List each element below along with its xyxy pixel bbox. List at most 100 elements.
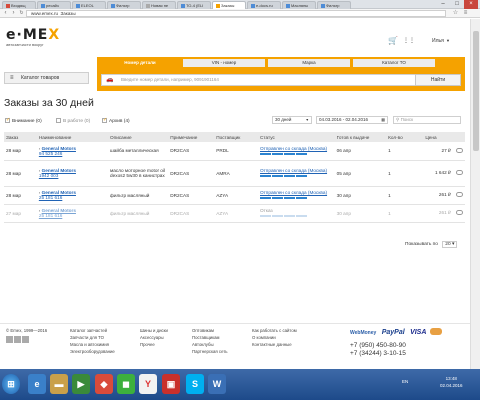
folder-icon[interactable]: ▬ <box>50 374 68 394</box>
back-icon[interactable]: ‹ <box>2 10 9 17</box>
browser-tab[interactable]: Фильтр <box>317 1 351 9</box>
ie-icon[interactable]: e <box>28 374 46 394</box>
taskbar: ⊞ e ▬ ▶ ◆ ◼ Y ▣ S W EN 13:48 02.04.2016 <box>0 369 480 400</box>
media-icon[interactable]: ▶ <box>72 374 90 394</box>
browser-tab[interactable]: Входящ <box>2 1 36 9</box>
filter-in-work[interactable]: В работе (0) <box>56 118 90 124</box>
catalog-button[interactable]: ≡ Каталог товаров <box>4 72 89 84</box>
footer-link[interactable]: Автоклубы <box>192 341 228 348</box>
footer-link[interactable]: Прочее <box>140 341 168 348</box>
reload-icon[interactable]: ↻ <box>18 10 25 17</box>
footer-link[interactable]: Масла и автохимия <box>70 341 115 348</box>
comment-icon[interactable] <box>455 170 463 175</box>
star-icon[interactable]: ☆ <box>452 10 459 17</box>
checkbox[interactable] <box>102 117 107 123</box>
app-icon[interactable]: ◆ <box>95 374 113 394</box>
page-icon <box>251 3 255 8</box>
app-icon[interactable]: ◼ <box>117 374 135 394</box>
start-button[interactable]: ⊞ <box>2 374 20 394</box>
footer-link[interactable]: Запчасти для ТО <box>70 334 115 341</box>
clock[interactable]: 13:48 02.04.2016 <box>440 375 463 389</box>
date-range-input[interactable]: 04.03.2016 - 02.04.2016 ▦ <box>316 116 388 124</box>
item-note: DR2CAS <box>168 204 215 223</box>
url-input[interactable]: www.emex.ru Заказы <box>26 10 446 17</box>
item-supplier: AZYA <box>214 186 259 205</box>
filter-attention[interactable]: Внимание (0) <box>5 117 42 124</box>
item-note: DR2CAS <box>168 142 215 161</box>
browser-tab-active[interactable]: Заказы <box>212 1 246 9</box>
checkbox[interactable] <box>5 117 10 123</box>
menu-icon[interactable]: ≡ <box>462 10 469 17</box>
browser-tab[interactable]: Фильтр <box>107 1 141 9</box>
search-button[interactable]: Найти <box>415 74 461 86</box>
item-cell: ▪ General Motors 94 525 246 <box>36 142 109 161</box>
page-icon <box>76 3 80 8</box>
table-row[interactable]: 28 мар ▪ General Motors 25 181 616 фильтр м… <box>4 186 465 205</box>
browser-tab[interactable]: ресайз <box>37 1 71 9</box>
copyright: © Emex, 1999—2016 <box>6 328 48 333</box>
table-row[interactable]: 27 мар ▪ General Motors 25 181 616 фильтр м… <box>4 204 465 223</box>
footer-link[interactable]: Шины и диски <box>140 327 168 334</box>
orders-search-input[interactable]: ⚲ Поиск <box>393 116 461 124</box>
tab-vin[interactable]: VIN - номер <box>183 59 265 67</box>
period-select[interactable]: 30 дней ▼ <box>272 116 312 124</box>
tab-to-catalog[interactable]: Каталог ТО <box>353 59 435 67</box>
yandex-browser-icon[interactable]: Y <box>139 374 157 394</box>
footer-link[interactable]: Оптовикам <box>192 327 228 334</box>
footer-link[interactable]: Как работать с сайтом <box>252 327 297 334</box>
progress-segment <box>284 197 296 199</box>
footer-link[interactable]: Контактные данные <box>252 341 297 348</box>
user-name[interactable]: Илья <box>432 38 444 44</box>
tab-part-number[interactable]: Номер детали <box>99 59 181 67</box>
browser-tab[interactable]: Новая пе <box>142 1 176 9</box>
part-search-input[interactable]: 🚗 Введите номер детали, например, 909190… <box>101 74 416 86</box>
comment-cell <box>453 160 465 187</box>
facebook-icon[interactable] <box>6 336 13 343</box>
article-link[interactable]: 25 181 616 <box>39 213 108 218</box>
browser-tab[interactable]: ТО-4 (ELI <box>177 1 211 9</box>
footer-link[interactable]: Аксессуары <box>140 334 168 341</box>
comment-icon[interactable] <box>455 192 463 197</box>
browser-tab[interactable]: Масляны <box>282 1 316 9</box>
twitter-icon[interactable] <box>14 336 21 343</box>
footer-link[interactable]: Партнерская сеть <box>192 348 228 355</box>
tab-brand[interactable]: Марка <box>268 59 350 67</box>
close-button[interactable]: × <box>464 0 478 9</box>
item-status: Отправлен со склада (Москва) <box>258 160 335 187</box>
scroll-thumb[interactable] <box>473 31 479 151</box>
footer-link[interactable]: Поставщикам <box>192 334 228 341</box>
grid-menu-icon[interactable]: ⋮⋮ <box>403 37 415 44</box>
maximize-button[interactable]: □ <box>450 0 464 9</box>
article-link[interactable]: 1942 003 <box>39 173 108 178</box>
comment-icon[interactable] <box>455 210 463 215</box>
forward-icon[interactable]: › <box>10 10 17 17</box>
item-price: 261 ₽ <box>423 186 454 205</box>
footer-link[interactable]: О компании <box>252 334 297 341</box>
article-link[interactable]: 94 525 246 <box>39 151 108 156</box>
cart-icon[interactable]: 🛒 <box>388 36 398 45</box>
article-link[interactable]: 25 181 616 <box>39 195 108 200</box>
language-indicator[interactable]: EN <box>402 379 408 384</box>
app-icon[interactable]: ▣ <box>162 374 180 394</box>
checkbox[interactable] <box>56 118 61 123</box>
filter-archive[interactable]: Архив (4) <box>102 117 130 124</box>
browser-tab[interactable]: ELEOL <box>72 1 106 9</box>
item-ready: 30 апр <box>334 204 387 223</box>
page-scrollbar[interactable] <box>470 19 480 369</box>
skype-icon[interactable]: S <box>186 374 204 394</box>
progress-bar <box>260 195 335 200</box>
browser-tab[interactable]: e-docs.ru <box>247 1 281 9</box>
vk-icon[interactable] <box>22 336 29 343</box>
item-qty: 1 <box>386 142 424 161</box>
table-row[interactable]: 28 мар ▪ General Motors 1942 003 масло мото… <box>4 160 465 187</box>
comment-icon[interactable] <box>455 147 463 153</box>
footer-link[interactable]: Электрооборудование <box>70 348 115 355</box>
footer-link[interactable]: Каталог запчастей <box>70 327 115 334</box>
search-icon: ⚲ <box>396 117 400 122</box>
table-row[interactable]: 28 мар ▪ General Motors 94 525 246 шайба ме… <box>4 142 465 161</box>
emex-logo[interactable]: e·MEX автозапчасти вокруг <box>6 27 60 47</box>
chevron-down-icon[interactable]: ▼ <box>446 38 450 43</box>
minimize-button[interactable]: – <box>436 0 450 9</box>
per-page-select[interactable]: 20 ▾ <box>442 241 458 248</box>
app-icon[interactable]: W <box>208 374 226 394</box>
